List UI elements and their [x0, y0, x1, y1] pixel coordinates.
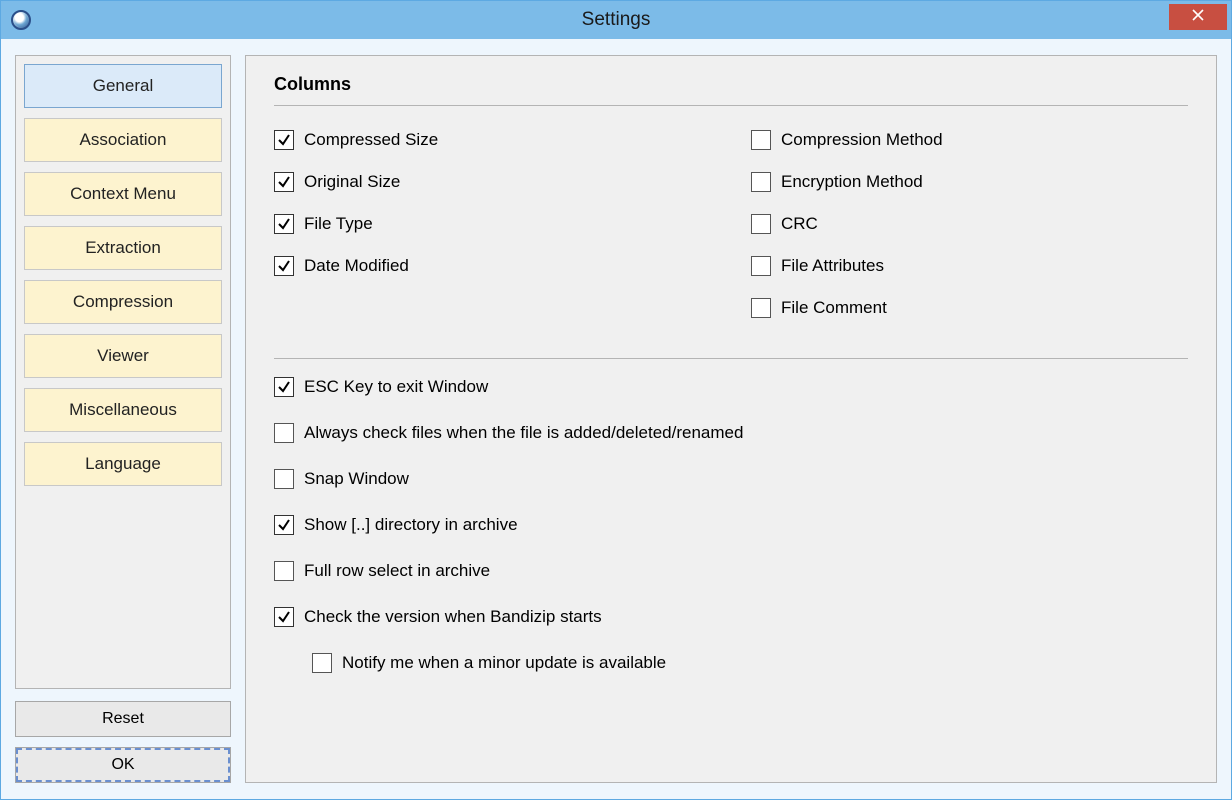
close-button[interactable]: [1169, 4, 1227, 30]
checkbox-encryption-method[interactable]: [751, 172, 771, 192]
checkbox-row-date-modified: Date Modified: [274, 256, 711, 276]
checkbox-label[interactable]: File Attributes: [781, 256, 884, 276]
checkbox-watch-files[interactable]: [274, 423, 294, 443]
tab-viewer[interactable]: Viewer: [24, 334, 222, 378]
checkbox-row-encryption-method: Encryption Method: [751, 172, 1188, 192]
checkbox-compression-method[interactable]: [751, 130, 771, 150]
ok-button[interactable]: OK: [15, 747, 231, 783]
general-options: ESC Key to exit Window Always check files…: [274, 377, 1188, 673]
checkbox-snap-window[interactable]: [274, 469, 294, 489]
tab-general[interactable]: General: [24, 64, 222, 108]
checkbox-label[interactable]: Compression Method: [781, 130, 943, 150]
checkbox-label[interactable]: Show [..] directory in archive: [304, 515, 518, 535]
checkbox-label[interactable]: File Type: [304, 214, 373, 234]
checkbox-row-notify-minor: Notify me when a minor update is availab…: [312, 653, 1188, 673]
checkbox-row-file-type: File Type: [274, 214, 711, 234]
checkbox-show-dotdot[interactable]: [274, 515, 294, 535]
checkbox-label[interactable]: Always check files when the file is adde…: [304, 423, 743, 443]
tab-miscellaneous[interactable]: Miscellaneous: [24, 388, 222, 432]
checkbox-row-esc-exit: ESC Key to exit Window: [274, 377, 1188, 397]
checkbox-compressed-size[interactable]: [274, 130, 294, 150]
checkbox-row-full-row-select: Full row select in archive: [274, 561, 1188, 581]
tab-association[interactable]: Association: [24, 118, 222, 162]
checkbox-file-type[interactable]: [274, 214, 294, 234]
checkbox-file-attributes[interactable]: [751, 256, 771, 276]
checkbox-label[interactable]: Encryption Method: [781, 172, 923, 192]
checkbox-row-original-size: Original Size: [274, 172, 711, 192]
close-icon: [1192, 8, 1204, 26]
checkbox-label[interactable]: Compressed Size: [304, 130, 438, 150]
checkbox-label[interactable]: Notify me when a minor update is availab…: [342, 653, 666, 673]
checkbox-row-show-dotdot: Show [..] directory in archive: [274, 515, 1188, 535]
reset-button[interactable]: Reset: [15, 701, 231, 737]
general-panel: Columns Compressed Size Original Size File…: [245, 55, 1217, 783]
checkbox-row-file-comment: File Comment: [751, 298, 1188, 318]
tab-extraction[interactable]: Extraction: [24, 226, 222, 270]
checkbox-row-watch-files: Always check files when the file is adde…: [274, 423, 1188, 443]
tab-language[interactable]: Language: [24, 442, 222, 486]
divider: [274, 105, 1188, 106]
checkbox-row-compression-method: Compression Method: [751, 130, 1188, 150]
checkbox-notify-minor[interactable]: [312, 653, 332, 673]
columns-heading: Columns: [274, 74, 1188, 95]
checkbox-row-crc: CRC: [751, 214, 1188, 234]
checkbox-original-size[interactable]: [274, 172, 294, 192]
checkbox-label[interactable]: Check the version when Bandizip starts: [304, 607, 602, 627]
checkbox-row-check-version: Check the version when Bandizip starts: [274, 607, 1188, 627]
checkbox-esc-exit[interactable]: [274, 377, 294, 397]
checkbox-label[interactable]: File Comment: [781, 298, 887, 318]
columns-left: Compressed Size Original Size File Type Dat…: [274, 130, 711, 340]
titlebar: Settings: [1, 1, 1231, 39]
checkbox-label[interactable]: ESC Key to exit Window: [304, 377, 488, 397]
columns-right: Compression Method Encryption Method CRC Fi…: [751, 130, 1188, 340]
checkbox-full-row-select[interactable]: [274, 561, 294, 581]
checkbox-label[interactable]: Original Size: [304, 172, 400, 192]
checkbox-check-version[interactable]: [274, 607, 294, 627]
checkbox-date-modified[interactable]: [274, 256, 294, 276]
checkbox-label[interactable]: CRC: [781, 214, 818, 234]
checkbox-label[interactable]: Snap Window: [304, 469, 409, 489]
tab-context-menu[interactable]: Context Menu: [24, 172, 222, 216]
columns-grid: Compressed Size Original Size File Type Dat…: [274, 130, 1188, 340]
checkbox-label[interactable]: Date Modified: [304, 256, 409, 276]
checkbox-row-compressed-size: Compressed Size: [274, 130, 711, 150]
app-icon: [11, 10, 31, 30]
tab-compression[interactable]: Compression: [24, 280, 222, 324]
tab-list: General Association Context Menu Extraction…: [15, 55, 231, 689]
checkbox-row-file-attributes: File Attributes: [751, 256, 1188, 276]
divider: [274, 358, 1188, 359]
client-area: General Association Context Menu Extraction…: [1, 39, 1231, 799]
checkbox-file-comment[interactable]: [751, 298, 771, 318]
checkbox-row-snap-window: Snap Window: [274, 469, 1188, 489]
side-column: General Association Context Menu Extraction…: [15, 55, 231, 783]
settings-window: Settings General Association Context Menu E…: [0, 0, 1232, 800]
dialog-buttons: Reset OK: [15, 701, 231, 783]
checkbox-crc[interactable]: [751, 214, 771, 234]
window-title: Settings: [582, 9, 651, 31]
checkbox-label[interactable]: Full row select in archive: [304, 561, 490, 581]
